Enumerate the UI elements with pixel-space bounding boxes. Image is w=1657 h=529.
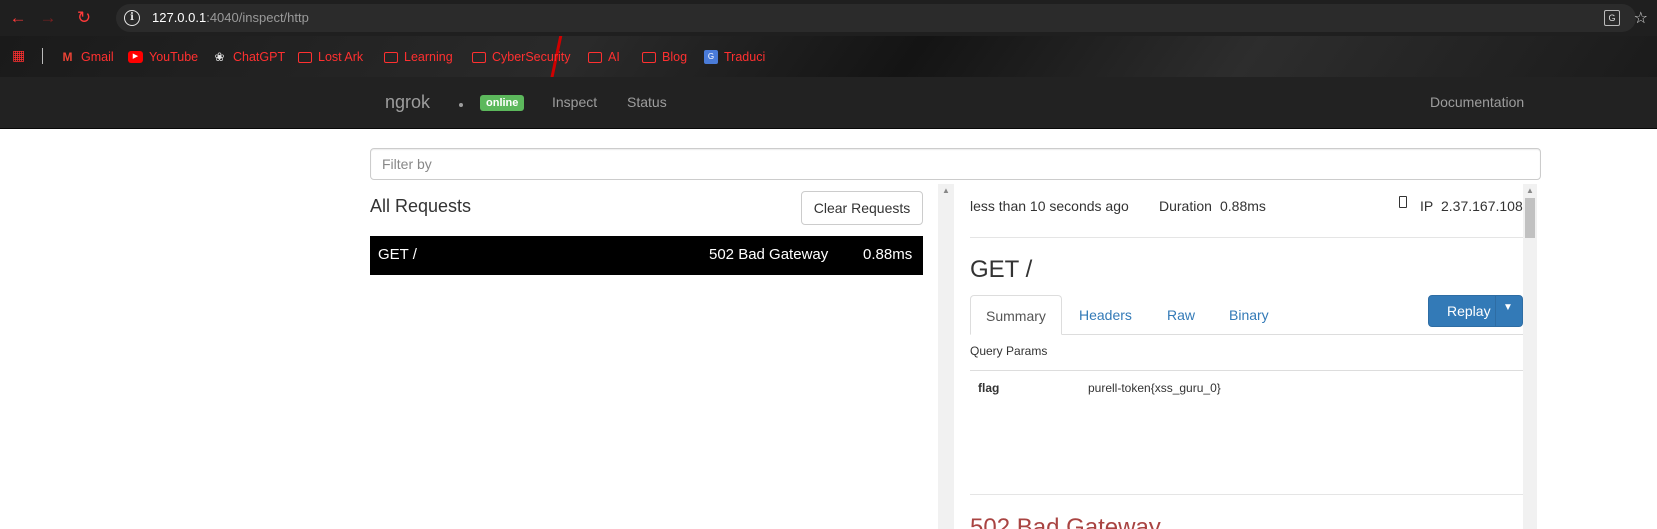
response-status-title: 502 Bad Gateway — [970, 514, 1161, 529]
tab-summary[interactable]: Summary — [970, 295, 1062, 335]
tab-binary[interactable]: Binary — [1214, 295, 1284, 335]
url-text[interactable]: 127.0.0.1:4040/inspect/http — [152, 10, 309, 25]
bookmark-traduci[interactable]: G Traduci — [704, 48, 765, 66]
bookmark-label: CyberSecurity — [492, 50, 571, 64]
folder-icon — [588, 51, 602, 63]
bookmark-ai[interactable]: AI — [588, 48, 620, 66]
bookmark-gmail[interactable]: M Gmail — [60, 48, 114, 66]
ngrok-navbar: ngrok online Inspect Status Documentatio… — [0, 77, 1657, 129]
request-method-path: GET / — [378, 246, 417, 263]
bookmark-chatgpt[interactable]: ❀ ChatGPT — [212, 48, 285, 66]
query-params-divider — [970, 370, 1523, 371]
bookmarks-bar: ▦ M Gmail ▶ YouTube ❀ ChatGPT Lost Ark Lear… — [0, 36, 1657, 77]
apps-grid-icon[interactable]: ▦ — [12, 47, 28, 63]
folder-icon — [472, 51, 486, 63]
tab-raw[interactable]: Raw — [1152, 295, 1210, 335]
bookmark-learning[interactable]: Learning — [384, 48, 453, 66]
ip-label: IP — [1420, 198, 1434, 214]
translate-page-icon[interactable]: G — [1604, 10, 1620, 26]
browser-toolbar: ← → ↻ i 127.0.0.1:4040/inspect/http G ☆ — [0, 0, 1657, 36]
bookmark-blog[interactable]: Blog — [642, 48, 687, 66]
separator-dot — [459, 103, 463, 107]
bookmark-label: AI — [608, 50, 620, 64]
request-duration: 0.88ms — [863, 246, 913, 263]
bookmark-youtube[interactable]: ▶ YouTube — [128, 48, 198, 66]
url-path: :4040/inspect/http — [206, 10, 309, 25]
chatgpt-icon: ❀ — [214, 50, 225, 64]
response-divider — [970, 494, 1523, 495]
folder-icon — [298, 51, 312, 63]
tab-headers[interactable]: Headers — [1064, 295, 1147, 335]
youtube-icon: ▶ — [128, 51, 143, 63]
bookmark-label: YouTube — [149, 50, 199, 64]
detail-scrollbar-right[interactable]: ▲ — [1523, 184, 1537, 529]
bookmark-label: Learning — [404, 50, 453, 64]
requests-heading: All Requests — [370, 196, 472, 216]
forward-arrow-icon[interactable]: → — [38, 8, 58, 28]
bookmark-label: Traduci — [724, 50, 766, 64]
nav-status[interactable]: Status — [627, 94, 667, 110]
scroll-up-arrow-icon[interactable]: ▲ — [942, 186, 950, 195]
param-key: flag — [978, 381, 1000, 395]
url-host: 127.0.0.1 — [152, 10, 207, 25]
bookmark-lost-ark[interactable]: Lost Ark — [298, 48, 363, 66]
bookmark-label: ChatGPT — [233, 50, 286, 64]
bookmarks-divider — [42, 48, 43, 64]
brand-logo[interactable]: ngrok — [385, 92, 430, 113]
folder-icon — [642, 51, 656, 63]
reload-icon[interactable]: ↻ — [74, 8, 94, 28]
folder-icon — [384, 51, 398, 63]
replay-label: Replay — [1447, 303, 1491, 319]
duration-label: Duration — [1159, 198, 1212, 214]
param-value: purell-token{xss_guru_0} — [1088, 381, 1221, 395]
replay-split-divider — [1495, 296, 1496, 326]
replay-button[interactable]: Replay ▼ — [1428, 295, 1523, 327]
detail-title: GET / — [970, 256, 1033, 283]
gmail-icon: M — [62, 50, 73, 64]
translate-icon: G — [704, 50, 718, 64]
ip-value: 2.37.167.108 — [1441, 198, 1523, 214]
duration-value: 0.88ms — [1220, 198, 1266, 214]
info-icon[interactable]: i — [124, 10, 140, 26]
query-params-label: Query Params — [970, 344, 1048, 358]
back-arrow-icon[interactable]: ← — [8, 8, 28, 28]
request-time: less than 10 seconds ago — [970, 198, 1129, 214]
request-status: 502 Bad Gateway — [709, 246, 829, 263]
device-icon — [1399, 196, 1407, 208]
scrollbar-thumb[interactable] — [1525, 198, 1535, 238]
bookmark-label: Lost Ark — [318, 50, 364, 64]
meta-divider — [970, 237, 1523, 238]
nav-documentation[interactable]: Documentation — [1430, 94, 1524, 110]
bookmark-star-icon[interactable]: ☆ — [1634, 8, 1648, 28]
nav-inspect[interactable]: Inspect — [552, 94, 597, 110]
clear-requests-button[interactable]: Clear Requests — [801, 191, 923, 225]
bookmark-label: Blog — [662, 50, 688, 64]
address-bar[interactable]: i 127.0.0.1:4040/inspect/http G ☆ — [116, 4, 1648, 32]
filter-input[interactable] — [370, 148, 1541, 180]
status-badge: online — [480, 95, 525, 111]
bookmark-cybersecurity[interactable]: CyberSecurity — [472, 48, 571, 66]
caret-down-icon[interactable]: ▼ — [1503, 302, 1513, 313]
scroll-up-arrow-icon[interactable]: ▲ — [1526, 186, 1534, 195]
detail-scrollbar-left[interactable]: ▲ — [938, 184, 954, 529]
request-row[interactable]: GET / 502 Bad Gateway 0.88ms — [370, 236, 923, 275]
bookmark-label: Gmail — [81, 50, 114, 64]
